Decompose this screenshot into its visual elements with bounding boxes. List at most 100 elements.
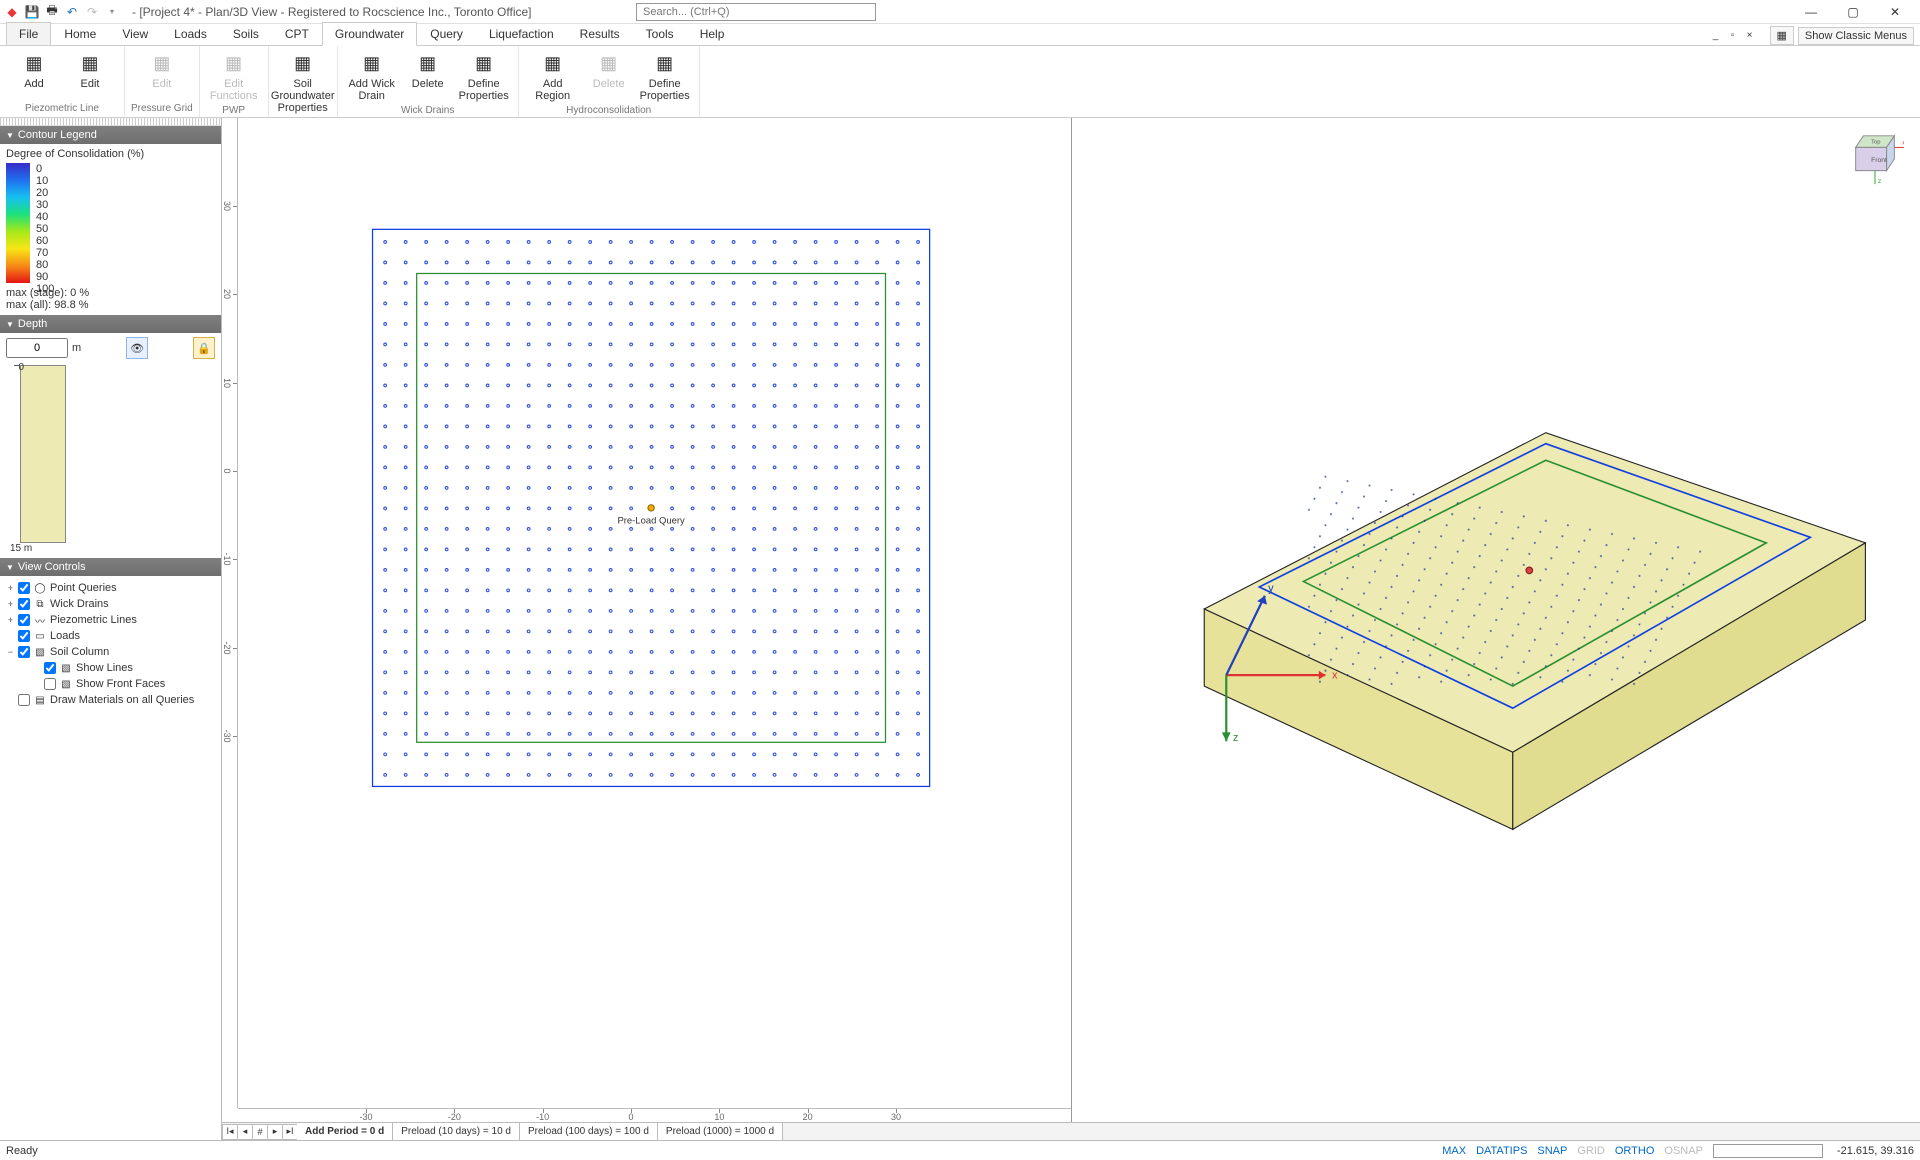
3d-view[interactable]: Front Top x z (1072, 118, 1920, 1122)
status-toggle-max[interactable]: MAX (1440, 1145, 1468, 1157)
legend-tick: 10 (36, 175, 54, 187)
tree-item-point-queries[interactable]: + ◯ Point Queries (6, 580, 215, 596)
toggle-tabs-button[interactable]: ▦ (1770, 26, 1794, 45)
ribbon-btn-label: AddRegion (535, 78, 570, 102)
tab-nav-first[interactable]: I◂ (222, 1124, 238, 1140)
status-toggle-grid[interactable]: GRID (1575, 1145, 1607, 1157)
tab-soils[interactable]: Soils (220, 22, 272, 45)
stage-tab-0[interactable]: Add Period = 0 d (297, 1123, 393, 1140)
tree-item-show-lines[interactable]: ▧ Show Lines (6, 660, 215, 676)
ribbon-btn-define-properties[interactable]: ▦DefineProperties (637, 49, 693, 104)
search-input[interactable]: Search... (Ctrl+Q) (636, 3, 876, 21)
tab-file[interactable]: File (6, 22, 51, 45)
tab-nav-prev[interactable]: ◂ (237, 1124, 253, 1140)
tab-nav-next[interactable]: ▸ (267, 1124, 283, 1140)
tree-label: Soil Column (50, 646, 109, 658)
tree-item-wick-drains[interactable]: + ⧉ Wick Drains (6, 596, 215, 612)
app-icon: ◆ (4, 4, 20, 20)
tab-home[interactable]: Home (51, 22, 109, 45)
3d-canvas[interactable]: x y z (1072, 118, 1920, 1122)
depth-input[interactable] (6, 338, 68, 358)
tree-icon: ▭ (33, 630, 47, 642)
mdi-restore[interactable]: ▫ (1725, 28, 1741, 44)
plan-canvas[interactable]: Pre-Load Query (238, 118, 1071, 1108)
minimize-button[interactable]: — (1790, 0, 1832, 24)
tree-checkbox[interactable] (44, 662, 56, 674)
stage-tab-2[interactable]: Preload (100 days) = 100 d (520, 1123, 658, 1140)
status-toggle-ortho[interactable]: ORTHO (1613, 1145, 1657, 1157)
ribbon-btn-soil-groundwater-properties[interactable]: ▦Soil GroundwaterProperties (275, 49, 331, 116)
tab-groundwater[interactable]: Groundwater (322, 22, 417, 46)
tree-item-loads[interactable]: ▭ Loads (6, 628, 215, 644)
tab-loads[interactable]: Loads (161, 22, 220, 45)
tree-item-piezometric-lines[interactable]: + 〰 Piezometric Lines (6, 612, 215, 628)
tree-checkbox[interactable] (18, 694, 30, 706)
tree-label: Loads (50, 630, 80, 642)
panel-drag-handle[interactable] (0, 118, 221, 126)
soil-column (6, 365, 215, 543)
expand-icon[interactable]: − (6, 647, 15, 657)
maximize-button[interactable]: ▢ (1832, 0, 1874, 24)
show-classic-menus-button[interactable]: Show Classic Menus (1798, 27, 1914, 45)
expand-icon[interactable]: + (6, 583, 15, 593)
ribbon-btn-add-region[interactable]: ▦AddRegion (525, 49, 581, 104)
legend-ticks: 0102030405060708090100 (30, 163, 54, 283)
stage-tab-3[interactable]: Preload (1000) = 1000 d (658, 1123, 783, 1140)
tab-nav-goto[interactable]: # (252, 1124, 268, 1140)
tab-liquefaction[interactable]: Liquefaction (476, 22, 567, 45)
tree-icon: ◯ (33, 582, 47, 594)
ribbon-btn-define-properties[interactable]: ▦DefineProperties (456, 49, 512, 104)
window-controls: — ▢ ✕ (1790, 0, 1916, 24)
tree-checkbox[interactable] (18, 646, 30, 658)
ribbon-btn-add[interactable]: ▦Add (6, 49, 62, 92)
status-toggle-snap[interactable]: SNAP (1535, 1145, 1569, 1157)
print-icon[interactable]: 🖶 (44, 4, 60, 20)
ribbon-btn-label: DefineProperties (459, 78, 509, 102)
depth-view-icon[interactable]: 👁 (126, 337, 148, 359)
ribbon-btn-add-wick-drain[interactable]: ▦Add WickDrain (344, 49, 400, 104)
contour-legend-title: Contour Legend (18, 129, 97, 141)
tab-cpt[interactable]: CPT (272, 22, 322, 45)
tab-results[interactable]: Results (567, 22, 633, 45)
view-cube[interactable]: Front Top x z (1846, 130, 1904, 188)
tab-query[interactable]: Query (417, 22, 476, 45)
tab-view[interactable]: View (109, 22, 161, 45)
depth-lock-icon[interactable]: 🔒 (193, 337, 215, 359)
mdi-close[interactable]: × (1742, 28, 1758, 44)
status-toggle-osnap[interactable]: OSNAP (1662, 1145, 1705, 1157)
tree-checkbox[interactable] (18, 614, 30, 626)
coord-input[interactable] (1713, 1144, 1823, 1158)
tree-checkbox[interactable] (18, 598, 30, 610)
ribbon-btn-label: Add (24, 78, 44, 90)
status-toggle-datatips[interactable]: DATATIPS (1474, 1145, 1529, 1157)
redo-icon[interactable]: ↷ (84, 4, 100, 20)
ribbon-btn-delete[interactable]: ▦Delete (400, 49, 456, 92)
ribbon-btn-edit[interactable]: ▦Edit (62, 49, 118, 92)
mdi-min[interactable]: _ (1708, 28, 1724, 44)
expand-icon[interactable] (6, 631, 15, 641)
tab-nav-last[interactable]: ▸I (282, 1124, 298, 1140)
expand-icon[interactable]: + (6, 615, 15, 625)
expand-icon[interactable]: + (6, 599, 15, 609)
save-icon[interactable]: 💾 (24, 4, 40, 20)
soil-column-bar[interactable] (20, 365, 66, 543)
tab-help[interactable]: Help (687, 22, 738, 45)
contour-legend-header[interactable]: Contour Legend (0, 126, 221, 144)
view-controls-header[interactable]: View Controls (0, 558, 221, 576)
plan-view[interactable]: -30-20-100102030 -30-20-100102030 Pre-Lo… (222, 118, 1072, 1122)
tree-checkbox[interactable] (18, 630, 30, 642)
undo-icon[interactable]: ↶ (64, 4, 80, 20)
legend-tick: 20 (36, 187, 54, 199)
stage-tab-1[interactable]: Preload (10 days) = 10 d (393, 1123, 520, 1140)
tree-checkbox[interactable] (18, 582, 30, 594)
tree-item-draw-materials-on-all-queries[interactable]: ▤ Draw Materials on all Queries (6, 692, 215, 708)
show-classic-menus-label: Show Classic Menus (1805, 30, 1907, 42)
tree-item-soil-column[interactable]: − ▧ Soil Column (6, 644, 215, 660)
ribbon-btn-edit-functions: ▦EditFunctions (206, 49, 262, 104)
tree-item-show-front-faces[interactable]: ▧ Show Front Faces (6, 676, 215, 692)
tree-checkbox[interactable] (44, 678, 56, 690)
close-button[interactable]: ✕ (1874, 0, 1916, 24)
tab-tools[interactable]: Tools (633, 22, 687, 45)
qat-dropdown-icon[interactable]: ▾ (104, 4, 120, 20)
depth-header[interactable]: Depth (0, 315, 221, 333)
